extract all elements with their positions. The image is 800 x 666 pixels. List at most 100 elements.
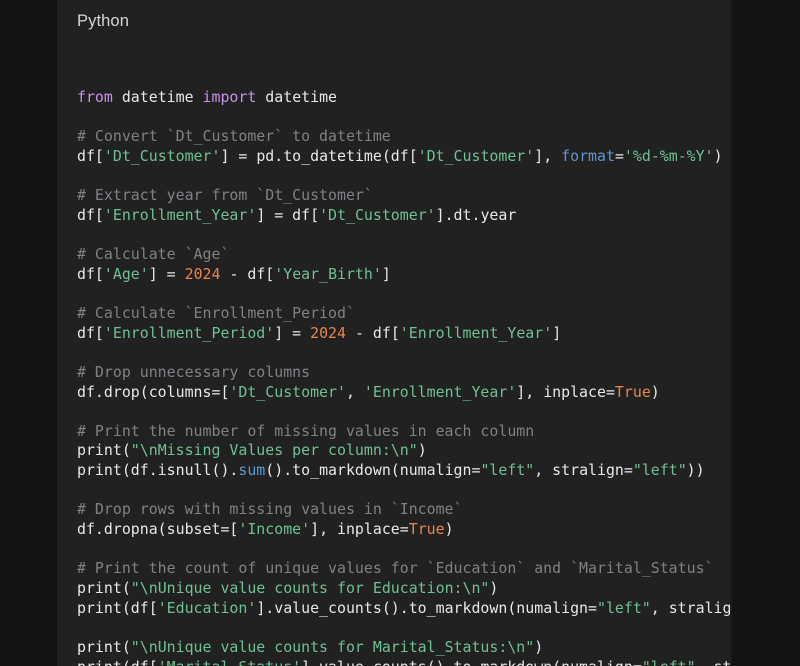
code-token-plain: print( xyxy=(77,579,131,597)
code-token-bool: True xyxy=(615,383,651,401)
code-line: df['Enrollment_Year'] = df['Dt_Customer'… xyxy=(77,206,516,224)
page-root: Python from datetime import datetime # C… xyxy=(0,0,800,666)
code-line: df['Dt_Customer'] = pd.to_datetime(df['D… xyxy=(77,147,723,165)
code-line: print("\nUnique value counts for Educati… xyxy=(77,579,498,597)
code-token-plain: ) xyxy=(534,638,543,656)
code-token-plain: df.drop(columns=[ xyxy=(77,383,229,401)
code-token-com: # Print the number of missing values in … xyxy=(77,422,534,440)
code-token-plain: ].dt.year xyxy=(436,206,517,224)
code-token-plain: )) xyxy=(687,461,705,479)
code-token-str: 'Dt_Customer' xyxy=(319,206,436,224)
code-token-plain: ) xyxy=(714,147,723,165)
code-token-plain: - df[ xyxy=(220,265,274,283)
code-token-str: 'Income' xyxy=(238,520,310,538)
code-line: # Drop unnecessary columns xyxy=(77,363,310,381)
code-token-param: format xyxy=(561,147,615,165)
code-token-str: 'Enrollment_Year' xyxy=(400,324,552,342)
code-line: # Calculate `Enrollment_Period` xyxy=(77,304,355,322)
code-token-str: "left" xyxy=(480,461,534,479)
code-line: print(df['Marital_Status'].value_counts(… xyxy=(77,658,732,666)
code-token-builtin: sum xyxy=(238,461,265,479)
code-token-plain: print(df[ xyxy=(77,658,158,666)
code-block-body[interactable]: from datetime import datetime # Convert … xyxy=(57,48,732,666)
code-line: # Print the number of missing values in … xyxy=(77,422,534,440)
code-token-str: "\nUnique value counts for Education:\n" xyxy=(131,579,490,597)
code-token-str: 'Education' xyxy=(158,599,257,617)
code-token-plain: print(df.isnull(). xyxy=(77,461,238,479)
code-token-plain: ], xyxy=(534,147,561,165)
code-token-plain: ] = df[ xyxy=(256,206,319,224)
code-token-com: # Extract year from `Dt_Customer` xyxy=(77,186,373,204)
code-token-num: 2024 xyxy=(185,265,221,283)
code-token-plain: = xyxy=(615,147,624,165)
code-token-num: 2024 xyxy=(310,324,346,342)
code-token-str: 'Year_Birth' xyxy=(274,265,382,283)
code-token-com: # Drop rows with missing values in `Inco… xyxy=(77,500,463,518)
code-token-plain: print(df[ xyxy=(77,599,158,617)
code-token-str: 'Age' xyxy=(104,265,149,283)
code-line: # Calculate `Age` xyxy=(77,245,229,263)
code-token-plain: print( xyxy=(77,638,131,656)
code-line: df.drop(columns=['Dt_Customer', 'Enrollm… xyxy=(77,383,660,401)
code-line: # Extract year from `Dt_Customer` xyxy=(77,186,373,204)
code-line: # Print the count of unique values for `… xyxy=(77,559,714,577)
code-line: print("\nMissing Values per column:\n") xyxy=(77,441,427,459)
code-token-plain: ] xyxy=(552,324,561,342)
code-token-plain: print( xyxy=(77,441,131,459)
code-token-plain: ] = xyxy=(149,265,185,283)
code-token-plain: ) xyxy=(445,520,454,538)
code-line: print(df.isnull().sum().to_markdown(numa… xyxy=(77,461,705,479)
code-token-plain: ] = pd.to_datetime(df[ xyxy=(220,147,417,165)
code-token-plain: df.dropna(subset=[ xyxy=(77,520,238,538)
code-token-str: '%d-%m-%Y' xyxy=(624,147,714,165)
code-token-plain: ().to_markdown(numalign= xyxy=(265,461,480,479)
code-token-plain: datetime xyxy=(113,88,203,106)
code-token-plain: ].value_counts().to_markdown(numalign= xyxy=(301,658,642,666)
horizontal-scroll-gutter[interactable] xyxy=(730,0,732,666)
code-line: print("\nUnique value counts for Marital… xyxy=(77,638,543,656)
code-token-plain: , xyxy=(346,383,364,401)
code-line: from datetime import datetime xyxy=(77,88,337,106)
code-block-header: Python xyxy=(57,0,732,48)
code-token-plain: ], inplace= xyxy=(310,520,409,538)
code-token-str: "\nMissing Values per column:\n" xyxy=(131,441,418,459)
code-token-plain: ] = xyxy=(274,324,310,342)
code-token-bool: True xyxy=(409,520,445,538)
code-token-str: "\nUnique value counts for Marital_Statu… xyxy=(131,638,534,656)
code-content[interactable]: from datetime import datetime # Convert … xyxy=(77,68,732,666)
code-token-str: 'Dt_Customer' xyxy=(104,147,221,165)
code-token-plain: , stralign= xyxy=(696,658,732,666)
code-token-plain: ], inplace= xyxy=(516,383,615,401)
code-token-str: 'Enrollment_Period' xyxy=(104,324,274,342)
code-language-label: Python xyxy=(77,12,129,30)
code-token-com: # Calculate `Age` xyxy=(77,245,229,263)
code-token-plain: ] xyxy=(382,265,391,283)
code-token-plain: df[ xyxy=(77,206,104,224)
code-token-plain: ) xyxy=(651,383,660,401)
code-token-kw: from xyxy=(77,88,113,106)
code-token-kw: import xyxy=(203,88,257,106)
code-token-str: 'Enrollment_Year' xyxy=(104,206,256,224)
code-token-plain: ) xyxy=(489,579,498,597)
code-token-plain: datetime xyxy=(256,88,337,106)
code-token-str: 'Enrollment_Year' xyxy=(364,383,516,401)
code-token-com: # Print the count of unique values for `… xyxy=(77,559,714,577)
code-line: print(df['Education'].value_counts().to_… xyxy=(77,599,732,617)
code-line: df.dropna(subset=['Income'], inplace=Tru… xyxy=(77,520,454,538)
code-line: # Convert `Dt_Customer` to datetime xyxy=(77,127,391,145)
code-token-plain: df[ xyxy=(77,147,104,165)
code-token-str: "left" xyxy=(633,461,687,479)
code-token-str: 'Dt_Customer' xyxy=(418,147,535,165)
code-token-str: 'Marital_Status' xyxy=(158,658,301,666)
code-line: df['Age'] = 2024 - df['Year_Birth'] xyxy=(77,265,391,283)
code-token-plain: ].value_counts().to_markdown(numalign= xyxy=(256,599,597,617)
code-token-str: 'Dt_Customer' xyxy=(229,383,346,401)
code-line: df['Enrollment_Period'] = 2024 - df['Enr… xyxy=(77,324,561,342)
code-token-com: # Drop unnecessary columns xyxy=(77,363,310,381)
code-token-plain: df[ xyxy=(77,265,104,283)
code-token-com: # Calculate `Enrollment_Period` xyxy=(77,304,355,322)
code-token-plain: - df[ xyxy=(346,324,400,342)
code-token-plain: , stralign= xyxy=(651,599,732,617)
code-token-plain: ) xyxy=(418,441,427,459)
code-line: # Drop rows with missing values in `Inco… xyxy=(77,500,463,518)
